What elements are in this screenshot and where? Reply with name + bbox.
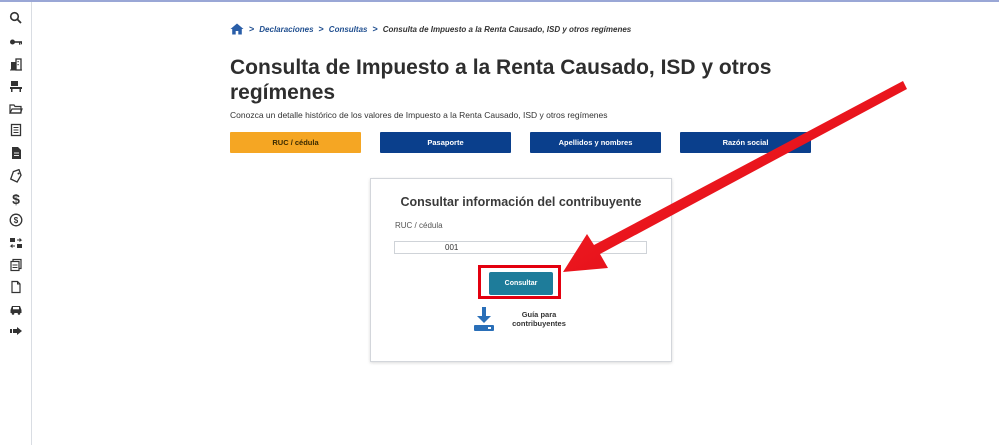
consulta-card: Consultar información del contribuyente … bbox=[370, 178, 672, 362]
documents-stack-icon[interactable] bbox=[8, 257, 24, 273]
guide-label[interactable]: Guía para contribuyentes bbox=[499, 310, 579, 328]
tab-ruc-cedula[interactable]: RUC / cédula bbox=[230, 132, 361, 153]
top-border bbox=[0, 0, 999, 2]
breadcrumb-link-declaraciones[interactable]: Declaraciones bbox=[259, 25, 313, 34]
breadcrumb-link-consultas[interactable]: Consultas bbox=[329, 25, 368, 34]
breadcrumb: > Declaraciones > Consultas > Consulta d… bbox=[230, 22, 631, 36]
car-icon[interactable] bbox=[8, 301, 24, 317]
desk-icon[interactable] bbox=[8, 78, 24, 94]
page-description: Conozca un detalle histórico de los valo… bbox=[230, 110, 608, 120]
key-icon[interactable] bbox=[8, 34, 24, 50]
page-title: Consulta de Impuesto a la Renta Causado,… bbox=[230, 56, 772, 104]
document-list-icon[interactable] bbox=[8, 122, 24, 138]
ruc-field-label: RUC / cédula bbox=[395, 221, 443, 230]
breadcrumb-separator: > bbox=[372, 24, 378, 34]
arrow-right-icon[interactable] bbox=[8, 323, 24, 339]
breadcrumb-separator: > bbox=[249, 24, 255, 34]
ruc-input[interactable] bbox=[394, 241, 647, 254]
breadcrumb-separator: > bbox=[318, 24, 324, 34]
dollar-circle-icon[interactable]: $ bbox=[8, 212, 24, 228]
tab-pasaporte[interactable]: Pasaporte bbox=[380, 132, 511, 153]
card-title: Consultar información del contribuyente bbox=[400, 195, 642, 209]
document-icon[interactable] bbox=[8, 145, 24, 161]
building-icon[interactable] bbox=[8, 56, 24, 72]
tag-icon[interactable] bbox=[8, 168, 24, 184]
guide-link[interactable]: Guía para contribuyentes bbox=[473, 307, 583, 341]
search-icon[interactable] bbox=[8, 10, 24, 26]
transfer-icon[interactable] bbox=[8, 235, 24, 251]
svg-text:$: $ bbox=[14, 216, 19, 225]
tab-razon-social[interactable]: Razón social bbox=[680, 132, 811, 153]
breadcrumb-current: Consulta de Impuesto a la Renta Causado,… bbox=[382, 24, 632, 34]
sidebar: $ $ bbox=[0, 2, 32, 445]
folder-open-icon[interactable] bbox=[8, 100, 24, 116]
download-icon[interactable] bbox=[473, 307, 495, 333]
tab-apellidos-nombres[interactable]: Apellidos y nombres bbox=[530, 132, 661, 153]
home-icon[interactable] bbox=[230, 23, 244, 35]
file-icon[interactable] bbox=[8, 279, 24, 295]
consultar-button[interactable]: Consultar bbox=[489, 272, 553, 295]
dollar-icon[interactable]: $ bbox=[8, 191, 24, 207]
